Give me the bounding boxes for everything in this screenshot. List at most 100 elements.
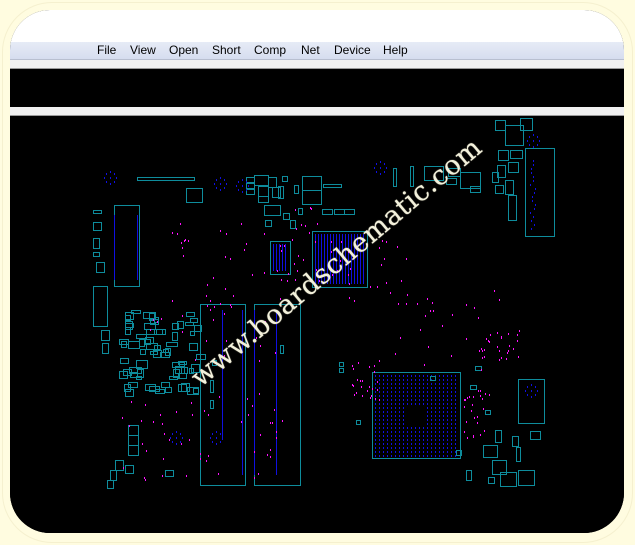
smd-component[interactable] [145,384,156,391]
smd-component[interactable] [265,220,272,227]
component[interactable] [302,176,322,191]
smd-component[interactable] [483,445,498,458]
menu-open[interactable]: Open [169,43,198,57]
smd-component[interactable] [294,185,299,194]
menu-device[interactable]: Device [334,43,371,57]
menu-short[interactable]: Short [212,43,241,57]
smd-component[interactable] [518,470,535,486]
board-canvas[interactable]: www.boardschematic.com [10,116,624,533]
smd-component[interactable] [178,384,187,392]
smd-component[interactable] [210,400,214,409]
smd-component[interactable] [258,186,269,197]
smd-component[interactable] [193,388,199,394]
smd-component[interactable] [516,447,521,462]
test-point [270,456,271,458]
smd-component[interactable] [154,329,163,335]
smd-component[interactable] [128,341,140,349]
smd-component[interactable] [102,343,109,354]
smd-component[interactable] [530,431,541,440]
menu-comp[interactable]: Comp [254,43,286,57]
smd-component[interactable] [161,382,170,388]
connector-right[interactable] [525,148,555,237]
smd-component[interactable] [488,477,495,484]
smd-component[interactable] [93,286,108,327]
smd-component[interactable] [93,222,102,231]
smd-component[interactable] [246,183,255,189]
smd-component[interactable] [498,150,509,161]
smd-component[interactable] [495,430,502,443]
smd-component[interactable] [475,366,482,371]
component-strip[interactable] [137,177,195,181]
smd-component[interactable] [128,435,139,446]
component[interactable] [302,190,322,205]
smd-component[interactable] [165,387,172,393]
smd-component[interactable] [290,220,296,229]
ic-chip-right[interactable] [518,379,545,424]
menu-net[interactable]: Net [301,43,320,57]
smd-component[interactable] [125,389,134,397]
smd-component[interactable] [520,118,533,131]
smd-component[interactable] [470,385,477,390]
smd-component[interactable] [125,327,131,335]
smd-component[interactable] [512,436,519,447]
smd-component[interactable] [283,213,290,220]
smd-component[interactable] [110,470,117,481]
menu-file[interactable]: File [97,43,116,57]
smd-component[interactable] [505,180,514,195]
smd-component[interactable] [282,176,288,182]
smd-component[interactable] [356,420,361,425]
smd-component[interactable] [190,318,198,323]
smd-component[interactable] [272,187,281,198]
smd-component[interactable] [344,209,355,215]
smd-component[interactable] [466,470,472,481]
smd-component[interactable] [140,349,146,355]
smd-component[interactable] [93,238,100,249]
smd-component[interactable] [189,343,198,351]
smd-component[interactable] [508,195,517,221]
component[interactable] [186,188,203,203]
smd-component[interactable] [510,150,523,159]
smd-component[interactable] [268,177,277,188]
smd-component[interactable] [190,331,195,336]
test-point [282,420,283,422]
smd-component[interactable] [172,332,178,341]
component[interactable] [323,184,342,188]
smd-component[interactable] [96,262,105,273]
smd-component[interactable] [166,342,178,347]
smd-component[interactable] [254,175,269,186]
smd-component[interactable] [258,196,269,203]
smd-component[interactable] [339,362,344,367]
smd-component[interactable] [246,177,255,183]
smd-component[interactable] [115,460,124,471]
smd-component[interactable] [470,186,481,193]
smd-component[interactable] [93,210,102,214]
smd-component[interactable] [495,185,504,194]
smd-component[interactable] [107,480,114,489]
component[interactable] [393,168,397,187]
smd-component[interactable] [508,162,519,173]
bga-ball [431,451,432,453]
smd-component[interactable] [165,470,174,477]
smd-component[interactable] [322,209,333,215]
smd-component[interactable] [186,312,195,317]
smd-component[interactable] [264,205,281,216]
connector-left[interactable] [114,205,140,287]
smd-component[interactable] [156,329,166,335]
smd-component[interactable] [246,189,255,195]
smd-component[interactable] [298,208,303,215]
smd-component[interactable] [339,368,344,373]
board-layout[interactable] [10,116,624,533]
smd-component[interactable] [139,339,145,347]
smd-component[interactable] [280,345,284,354]
smd-component[interactable] [125,321,133,330]
smd-component[interactable] [125,465,134,474]
smd-component[interactable] [128,445,139,456]
smd-component[interactable] [120,358,129,364]
menu-view[interactable]: View [130,43,156,57]
menu-help[interactable]: Help [383,43,408,57]
smd-component[interactable] [485,410,491,415]
smd-component[interactable] [101,330,110,341]
smd-component[interactable] [93,252,100,257]
smd-component[interactable] [334,209,345,215]
smd-component[interactable] [495,120,506,131]
